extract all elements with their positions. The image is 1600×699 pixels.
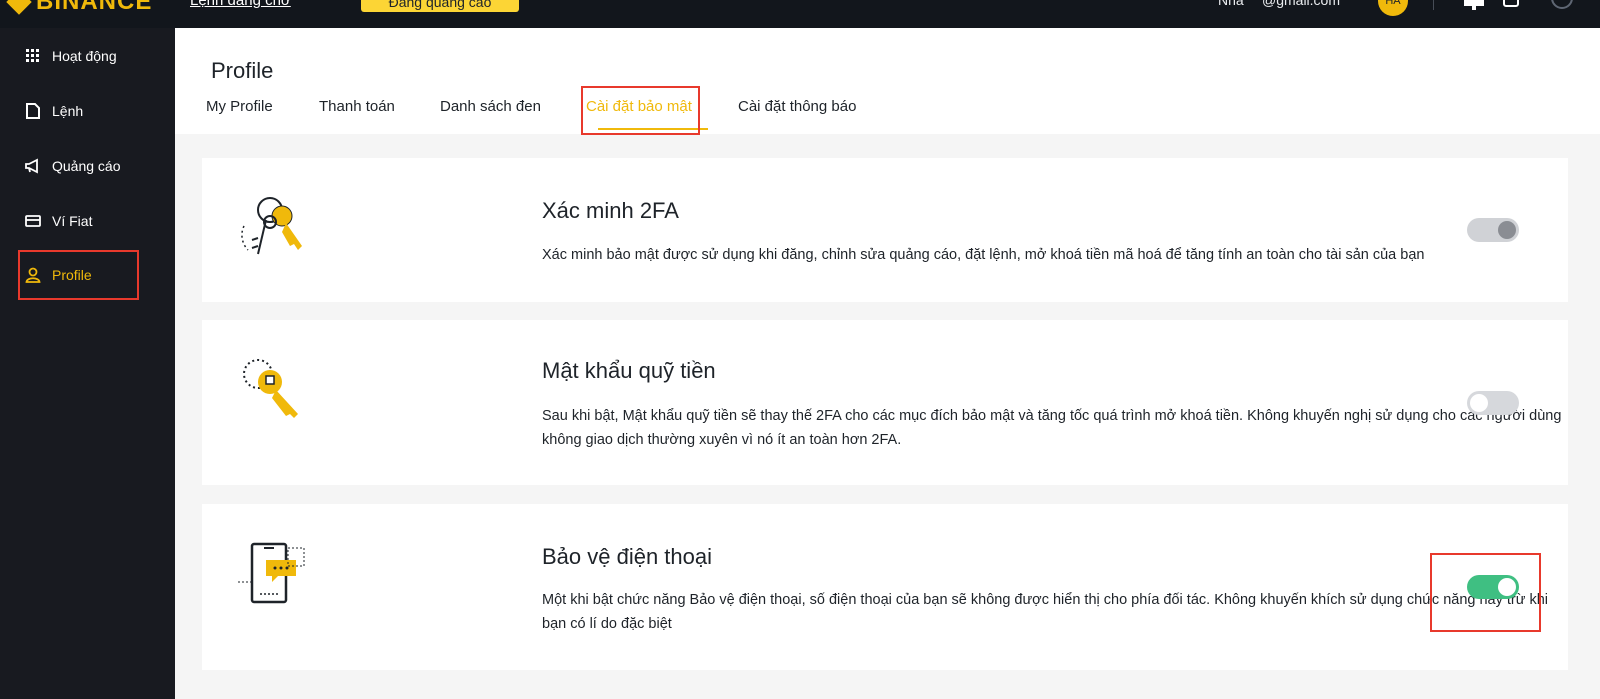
sidebar-item-label: Lệnh bbox=[52, 103, 84, 119]
profile-header: Profile My Profile Thanh toán Danh sách … bbox=[175, 28, 1600, 134]
top-bar: BINANCE Lệnh đang chờ Đăng quảng cáo Nhà… bbox=[0, 0, 1600, 28]
brand-name: BINANCE bbox=[36, 0, 153, 15]
pending-orders-link[interactable]: Lệnh đang chờ bbox=[190, 0, 291, 9]
toggle-knob bbox=[1470, 394, 1488, 412]
card-description: Một khi bật chức năng Bảo vệ điện thoại,… bbox=[542, 592, 1549, 632]
card-phone-protection: Bảo vệ điện thoại Một khi bật chức năng … bbox=[202, 504, 1568, 670]
card-2fa: Xác minh 2FA Xác minh bảo mật được sử dụ… bbox=[202, 158, 1568, 302]
document-icon bbox=[24, 102, 42, 120]
security-tab-highlight-box bbox=[581, 86, 700, 135]
user-email[interactable]: @gmail.com bbox=[1262, 0, 1340, 8]
megaphone-icon bbox=[24, 157, 42, 175]
profile-highlight-box bbox=[18, 250, 139, 300]
tab-blacklist[interactable]: Danh sách đen bbox=[440, 98, 541, 115]
page-title: Profile bbox=[211, 58, 274, 83]
card-title: Mật khẩu quỹ tiền bbox=[542, 358, 716, 383]
binance-logo-icon bbox=[6, 0, 32, 15]
sidebar-item-ads[interactable]: Quảng cáo bbox=[18, 141, 142, 191]
tab-payment[interactable]: Thanh toán bbox=[319, 98, 395, 115]
tab-my-profile[interactable]: My Profile bbox=[206, 98, 273, 115]
monitor-icon[interactable] bbox=[1462, 0, 1486, 14]
card-title: Bảo vệ điện thoại bbox=[542, 544, 713, 569]
globe-icon[interactable] bbox=[1550, 0, 1574, 14]
key-illustration-icon bbox=[243, 359, 298, 418]
card-fund-password: Mật khẩu quỹ tiền Sau khi bật, Mật khẩu … bbox=[202, 320, 1568, 485]
download-icon[interactable] bbox=[1500, 0, 1524, 14]
card-description: Xác minh bảo mật được sử dụng khi đăng, … bbox=[542, 247, 1425, 263]
sidebar: Hoạt động Lệnh Quảng cáo Ví Fiat Profile bbox=[0, 28, 175, 699]
sidebar-item-label: Hoạt động bbox=[52, 48, 117, 64]
top-divider bbox=[1433, 0, 1434, 10]
twofa-toggle[interactable] bbox=[1467, 218, 1519, 242]
avatar[interactable]: HA bbox=[1378, 0, 1408, 16]
sidebar-item-label: Ví Fiat bbox=[52, 213, 93, 229]
home-link[interactable]: Nhà bbox=[1218, 0, 1244, 8]
sidebar-item-activity[interactable]: Hoạt động bbox=[18, 31, 142, 81]
grid-icon bbox=[24, 47, 42, 65]
phone-toggle-highlight-box bbox=[1430, 553, 1541, 632]
phone-illustration-icon bbox=[238, 542, 305, 604]
card-description: Sau khi bật, Mật khẩu quỹ tiền sẽ thay t… bbox=[542, 408, 1562, 448]
keys-illustration-icon bbox=[241, 197, 302, 255]
brand-logo[interactable]: BINANCE bbox=[6, 0, 153, 16]
wallet-icon bbox=[24, 212, 42, 230]
tab-notification-settings[interactable]: Cài đặt thông báo bbox=[738, 98, 856, 115]
sidebar-item-fiat-wallet[interactable]: Ví Fiat bbox=[18, 196, 142, 246]
post-ad-button[interactable]: Đăng quảng cáo bbox=[361, 0, 519, 12]
toggle-knob bbox=[1498, 221, 1516, 239]
fund-password-toggle[interactable] bbox=[1467, 391, 1519, 415]
main-content: Profile My Profile Thanh toán Danh sách … bbox=[175, 28, 1600, 699]
sidebar-item-label: Quảng cáo bbox=[52, 158, 121, 174]
card-title: Xác minh 2FA bbox=[542, 198, 679, 223]
sidebar-item-orders[interactable]: Lệnh bbox=[18, 86, 142, 136]
